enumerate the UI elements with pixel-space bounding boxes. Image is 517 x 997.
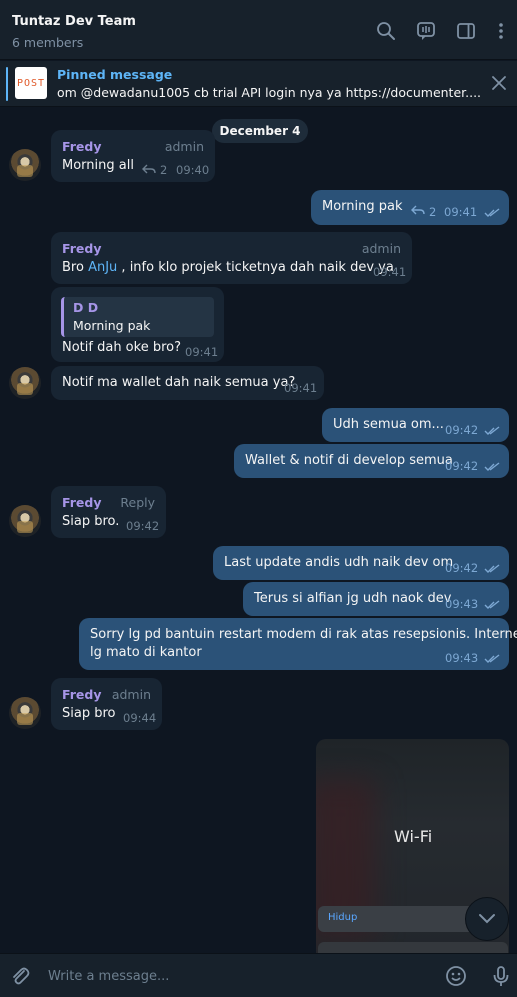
message-bubble[interactable]: Fredy admin Siap bro 09:44 — [51, 678, 162, 730]
message-text-line2: lg mato di kantor — [90, 645, 202, 660]
date-separator: December 4 — [212, 119, 308, 143]
chat-header[interactable]: Tuntaz Dev Team 6 members — [0, 0, 517, 60]
message-bubble-outgoing[interactable]: Last update andis udh naik dev om 09:42 — [213, 546, 509, 580]
message-text-line1: Sorry lg pd bantuin restart modem di rak… — [90, 627, 517, 642]
pinned-label: Pinned message — [57, 67, 173, 82]
sender-name[interactable]: Fredy — [62, 241, 101, 256]
mention-link[interactable]: AnJu — [88, 260, 117, 275]
avatar[interactable] — [9, 149, 41, 181]
double-check-icon — [484, 426, 500, 435]
message-bubble-outgoing[interactable]: Sorry lg pd bantuin restart modem di rak… — [79, 618, 517, 670]
message-text: Bro AnJu , info klo projek ticketnya dah… — [62, 260, 394, 275]
message-time: 09:42 — [126, 519, 160, 533]
message-composer[interactable]: Write a message... — [0, 953, 517, 997]
attach-icon[interactable] — [9, 965, 31, 987]
message-time: 09:44 — [123, 711, 157, 725]
message-text: Siap bro — [62, 706, 116, 721]
message-time: 09:41 — [185, 345, 219, 359]
video-chat-icon[interactable] — [415, 20, 437, 42]
avatar[interactable] — [9, 697, 41, 729]
message-bubble-outgoing[interactable]: Wallet & notif di develop semua 09:42 — [234, 444, 509, 478]
quoted-reply[interactable]: D D Morning pak — [61, 297, 214, 337]
message-bubble[interactable]: Notif ma wallet dah naik semua ya? 09:41 — [51, 366, 324, 400]
reply-count[interactable]: 2 — [160, 163, 167, 177]
admin-badge: admin — [111, 687, 151, 702]
quoted-text: Morning pak — [73, 318, 151, 333]
pinned-message-bar[interactable]: POST Pinned message om @dewadanu1005 cb … — [0, 61, 517, 107]
message-bubble[interactable]: Fredy admin Morning all 2 09:40 — [51, 130, 215, 182]
message-time: 09:42 — [445, 459, 479, 473]
chat-title[interactable]: Tuntaz Dev Team — [12, 14, 136, 29]
pinned-accent-bar — [6, 67, 8, 101]
sender-name[interactable]: Fredy — [62, 495, 101, 510]
message-text: Last update andis udh naik dev om — [224, 555, 454, 570]
double-check-icon — [484, 654, 500, 663]
reply-count[interactable]: 2 — [429, 205, 436, 219]
avatar[interactable] — [9, 367, 41, 399]
reply-button[interactable]: Reply — [120, 495, 155, 510]
message-time: 09:41 — [373, 265, 407, 279]
microphone-icon[interactable] — [490, 965, 512, 987]
message-text: Morning all — [62, 158, 134, 173]
message-time: 09:41 — [444, 205, 478, 219]
reply-arrow-icon — [142, 164, 156, 174]
message-time: 09:40 — [176, 163, 210, 177]
emoji-icon[interactable] — [445, 965, 467, 987]
double-check-icon — [484, 208, 500, 217]
double-check-icon — [484, 564, 500, 573]
message-bubble[interactable]: D D Morning pak Notif dah oke bro? 09:41 — [51, 287, 224, 362]
search-icon[interactable] — [375, 20, 397, 42]
sidebar-toggle-icon[interactable] — [455, 20, 477, 42]
admin-badge: admin — [361, 241, 401, 256]
reply-arrow-icon — [411, 205, 425, 215]
message-bubble-outgoing[interactable]: Udh semua om... 09:42 — [322, 408, 509, 442]
quoted-sender: D D — [73, 300, 99, 315]
message-bubble[interactable]: Fredy Reply Siap bro. 09:42 — [51, 486, 166, 538]
image-status-pill: Hidup — [318, 906, 488, 932]
pinned-thumbnail: POST — [15, 67, 47, 99]
message-text: Siap bro. — [62, 514, 120, 529]
sender-name[interactable]: Fredy — [62, 687, 101, 702]
message-time: 09:42 — [445, 561, 479, 575]
message-time: 09:41 — [284, 381, 318, 395]
message-text: Notif ma wallet dah naik semua ya? — [62, 375, 296, 390]
message-text-after: , info klo projek ticketnya dah naik dev… — [117, 260, 394, 275]
message-bubble-outgoing[interactable]: Terus si alfian jg udh naok dev 09:43 — [243, 582, 509, 616]
chevron-down-icon — [479, 914, 495, 924]
message-input[interactable]: Write a message... — [48, 969, 169, 984]
message-text: Wallet & notif di develop semua — [245, 453, 453, 468]
message-text: Udh semua om... — [333, 417, 444, 432]
message-bubble[interactable]: Fredy admin Bro AnJu , info klo projek t… — [51, 232, 412, 284]
message-bubble-outgoing[interactable]: Morning pak 2 09:41 — [311, 190, 509, 225]
message-text-before: Bro — [62, 260, 89, 275]
avatar[interactable] — [9, 505, 41, 537]
image-status-text: Hidup — [328, 912, 358, 923]
message-time: 09:43 — [445, 651, 479, 665]
message-text: Notif dah oke bro? — [62, 340, 181, 355]
double-check-icon — [484, 462, 500, 471]
scroll-to-bottom-button[interactable] — [465, 897, 509, 941]
message-time: 09:42 — [445, 423, 479, 437]
image-wifi-title: Wi-Fi — [394, 827, 433, 846]
double-check-icon — [484, 600, 500, 609]
telegram-chat-window: Tuntaz Dev Team 6 members POST Pinned me… — [0, 0, 517, 997]
message-text: Morning pak — [322, 199, 403, 214]
more-vertical-icon[interactable] — [490, 20, 512, 42]
message-text: Terus si alfian jg udh naok dev — [254, 591, 452, 606]
admin-badge: admin — [164, 139, 204, 154]
close-icon[interactable] — [490, 74, 508, 92]
member-count[interactable]: 6 members — [12, 35, 83, 50]
message-time: 09:43 — [445, 597, 479, 611]
sender-name[interactable]: Fredy — [62, 139, 101, 154]
image-lower-pill — [318, 942, 508, 953]
pinned-text: om @dewadanu1005 cb trial API login nya … — [57, 85, 482, 100]
message-list[interactable]: December 4 Fredy admin Morning all 2 09:… — [0, 108, 517, 953]
